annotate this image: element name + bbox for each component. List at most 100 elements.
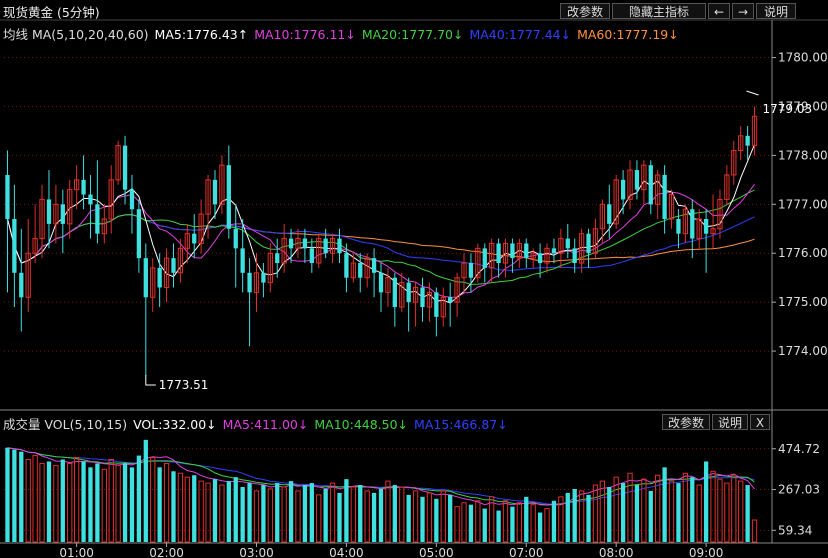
volume-bar bbox=[461, 502, 467, 543]
volume-bar bbox=[399, 486, 405, 543]
volume-bar bbox=[412, 490, 419, 543]
volume-bar bbox=[302, 485, 308, 542]
candle-body bbox=[5, 174, 10, 219]
candle-body bbox=[88, 194, 93, 205]
volume-bar bbox=[219, 484, 225, 543]
volume-bar bbox=[420, 496, 425, 542]
volume-bar bbox=[288, 481, 294, 542]
candle-body bbox=[136, 209, 142, 259]
candle-body bbox=[192, 233, 197, 244]
candle-body bbox=[344, 253, 349, 278]
vol-value: VOL:332.00↓ bbox=[133, 417, 217, 432]
candle-body bbox=[309, 248, 314, 264]
candle-body bbox=[19, 272, 24, 298]
candle-body bbox=[143, 258, 148, 298]
candle-body bbox=[468, 263, 474, 278]
candle-body bbox=[60, 204, 65, 224]
time-tick-label: 01:00 bbox=[59, 546, 94, 558]
volume-bar bbox=[337, 492, 342, 542]
volume-bar bbox=[516, 502, 522, 543]
volume-bar bbox=[136, 455, 142, 542]
time-tick-label: 03:00 bbox=[239, 546, 274, 558]
candle-body bbox=[157, 267, 162, 288]
scroll-right-button[interactable]: → bbox=[732, 3, 754, 19]
volume-bar bbox=[129, 467, 135, 542]
volume-bar bbox=[60, 459, 65, 542]
max-price-pointer bbox=[746, 90, 759, 96]
volume-bar bbox=[95, 463, 100, 542]
volume-bar bbox=[350, 486, 356, 543]
price-labels: 1779.03 1773.51 bbox=[145, 90, 813, 392]
ma10-value: MA10:1776.11↓ bbox=[254, 27, 356, 42]
candle-body bbox=[565, 238, 570, 249]
vol-help-button[interactable]: 说明 bbox=[712, 414, 748, 430]
volume-bar bbox=[385, 480, 391, 543]
volume-bar bbox=[371, 492, 377, 542]
volume-bar bbox=[592, 484, 599, 543]
candle-body bbox=[406, 282, 411, 303]
volume-bar bbox=[676, 483, 681, 542]
price-tick-label: 1776.00 bbox=[778, 246, 828, 260]
volume-bar bbox=[275, 483, 280, 542]
volume-bar bbox=[475, 500, 481, 543]
price-tick-label: 1774.00 bbox=[778, 344, 828, 358]
volume-bar bbox=[12, 449, 17, 542]
volume-bar bbox=[530, 504, 536, 543]
volume-bar bbox=[544, 508, 550, 543]
volume-bar bbox=[295, 490, 301, 543]
volume-bar bbox=[378, 488, 384, 542]
volume-bar bbox=[281, 486, 287, 543]
ma60-value: MA60:1777.19↓ bbox=[577, 27, 679, 42]
volume-bar bbox=[565, 492, 570, 542]
volume-bar bbox=[261, 485, 266, 542]
volume-bar bbox=[468, 504, 474, 542]
volume-bar bbox=[344, 479, 349, 542]
candle-body bbox=[129, 189, 135, 210]
time-tick-label: 02:00 bbox=[149, 546, 184, 558]
volume-bar bbox=[537, 512, 543, 542]
time-tick-label: 08:00 bbox=[599, 546, 634, 558]
scroll-left-button[interactable]: ← bbox=[708, 3, 730, 19]
vol-change-params-button[interactable]: 改参数 bbox=[662, 414, 710, 430]
volume-bar bbox=[309, 483, 314, 542]
volume-bar bbox=[648, 490, 653, 542]
vol-close-button[interactable]: X bbox=[750, 414, 770, 430]
volume-bar bbox=[717, 478, 723, 543]
change-params-button[interactable]: 改参数 bbox=[560, 3, 610, 19]
candle-body bbox=[95, 204, 100, 234]
candle-body bbox=[420, 287, 425, 308]
candle-body bbox=[122, 145, 128, 190]
candle-body bbox=[358, 263, 363, 278]
volume-bar bbox=[73, 457, 80, 543]
candlesticks bbox=[5, 106, 758, 376]
help-button[interactable]: 说明 bbox=[756, 3, 796, 19]
max-price-label: 1779.03 bbox=[763, 102, 813, 116]
price-tick-label: 1780.00 bbox=[778, 51, 828, 65]
volume-bar bbox=[454, 506, 460, 543]
candle-body bbox=[12, 219, 17, 273]
volume-bar bbox=[440, 490, 446, 543]
candle-body bbox=[392, 277, 397, 308]
candle-body bbox=[676, 219, 681, 234]
volume-bar bbox=[198, 480, 204, 543]
volume-bar bbox=[329, 482, 336, 543]
volume-bar bbox=[738, 480, 744, 543]
volume-bar bbox=[620, 483, 626, 542]
volume-bar bbox=[81, 461, 86, 542]
candle-body bbox=[226, 165, 231, 229]
candle-body bbox=[586, 233, 591, 254]
vol-ma10-value: MA10:448.50↓ bbox=[314, 417, 409, 432]
volume-bar bbox=[316, 494, 322, 543]
hide-indicator-button[interactable]: 隐藏主指标 bbox=[612, 3, 706, 19]
volume-bar bbox=[253, 490, 260, 543]
volume-bar bbox=[731, 474, 737, 543]
price-tick-label: 1778.00 bbox=[778, 148, 828, 162]
volume-bar bbox=[751, 519, 758, 543]
candle-body bbox=[607, 204, 612, 224]
volume-bar bbox=[267, 488, 273, 543]
candle-body bbox=[496, 243, 501, 264]
vol-ma5-value: MA5:411.00↓ bbox=[222, 417, 309, 432]
volume-bar bbox=[434, 498, 439, 542]
candle-body bbox=[537, 253, 543, 264]
volume-bar bbox=[710, 470, 716, 543]
